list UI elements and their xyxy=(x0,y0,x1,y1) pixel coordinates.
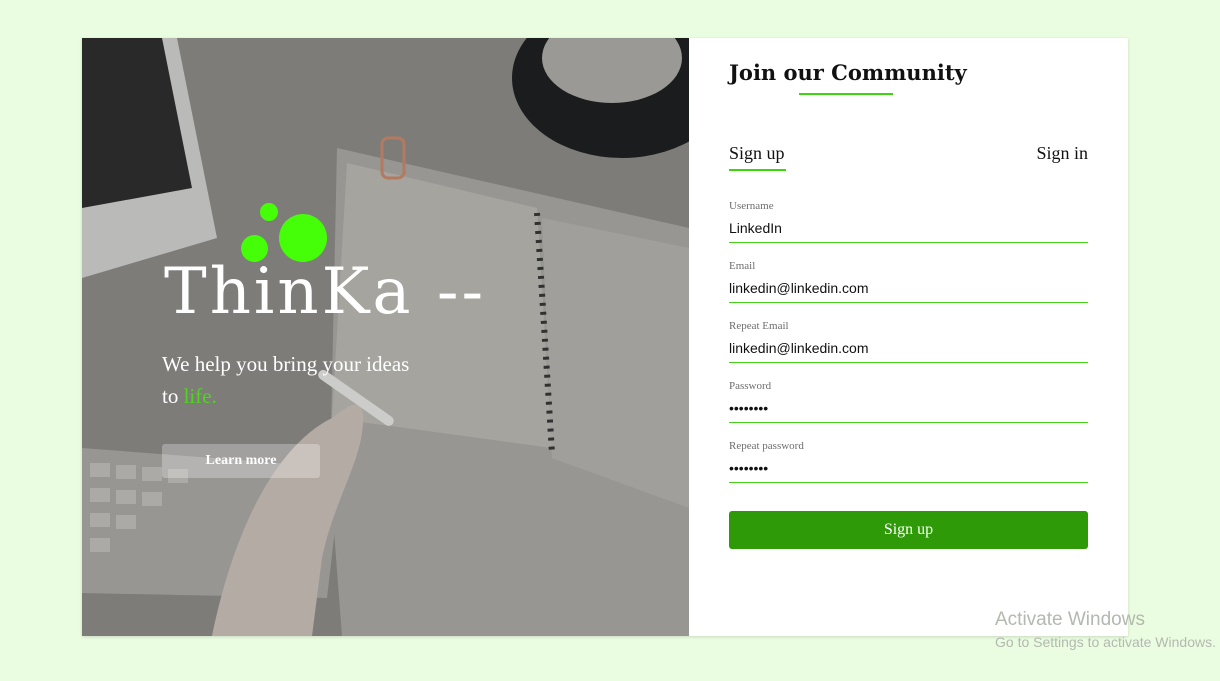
form-title: Join our Community xyxy=(729,60,967,85)
username-label: Username xyxy=(729,200,774,212)
logo-dot-small xyxy=(260,203,278,221)
active-tab-indicator xyxy=(729,169,786,171)
tagline-accent-word: life. xyxy=(183,384,217,408)
email-input[interactable] xyxy=(729,274,1088,303)
hero-tagline: We help you bring your ideas to life. xyxy=(162,348,422,412)
email-field: Email xyxy=(729,260,1088,304)
password-label: Password xyxy=(729,380,772,392)
hero-panel: ThinKa -- We help you bring your ideas t… xyxy=(82,38,689,636)
watermark-subtitle: Go to Settings to activate Windows. xyxy=(995,634,1216,650)
brand-logo-text: ThinKa -- xyxy=(164,255,487,329)
learn-more-button[interactable]: Learn more xyxy=(162,444,320,478)
tab-sign-up[interactable]: Sign up xyxy=(729,143,785,164)
repeat-email-field: Repeat Email xyxy=(729,320,1088,364)
signup-form-panel: Join our Community Sign up Sign in Usern… xyxy=(689,38,1128,636)
watermark-title: Activate Windows xyxy=(995,609,1145,630)
repeat-password-label: Repeat password xyxy=(729,440,804,452)
tab-sign-in[interactable]: Sign in xyxy=(1036,143,1088,164)
username-input[interactable] xyxy=(729,214,1088,243)
signup-card: ThinKa -- We help you bring your ideas t… xyxy=(82,38,1128,636)
repeat-password-field: Repeat password xyxy=(729,440,1088,484)
hero-overlay xyxy=(82,38,689,636)
password-field: Password xyxy=(729,380,1088,424)
repeat-email-input[interactable] xyxy=(729,334,1088,363)
password-input[interactable] xyxy=(729,394,1088,423)
email-label: Email xyxy=(729,260,756,272)
repeat-email-label: Repeat Email xyxy=(729,320,789,332)
repeat-password-input[interactable] xyxy=(729,454,1088,483)
username-field: Username xyxy=(729,200,1088,244)
windows-activation-watermark: Activate Windows Go to Settings to activ… xyxy=(995,608,1216,652)
title-underline xyxy=(799,93,893,95)
sign-up-submit-button[interactable]: Sign up xyxy=(729,511,1088,549)
